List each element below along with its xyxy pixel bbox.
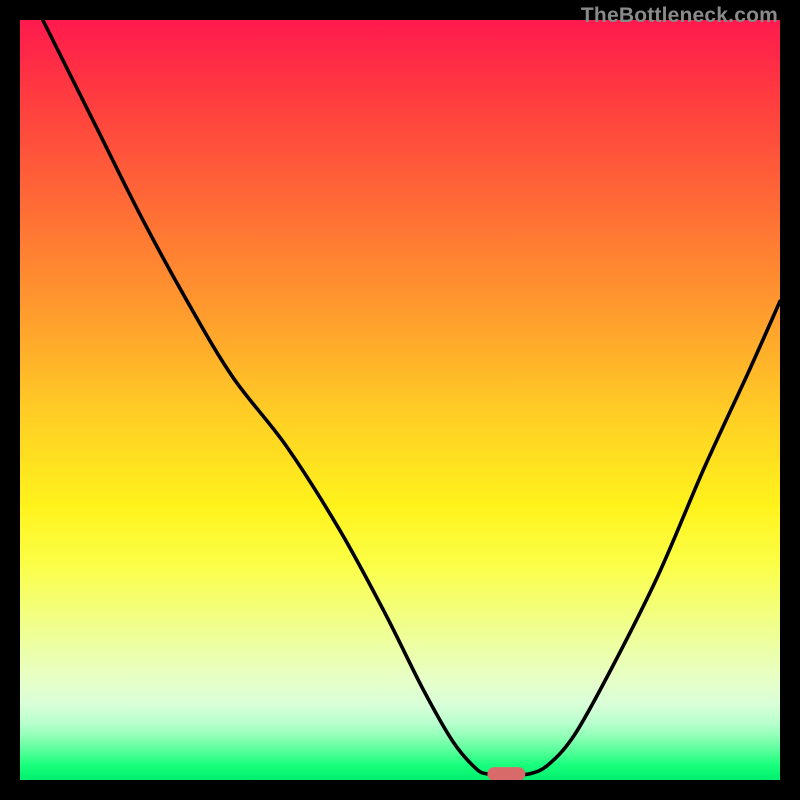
watermark-text: TheBottleneck.com xyxy=(581,4,778,28)
plot-area xyxy=(20,20,780,780)
optimal-marker xyxy=(487,767,525,780)
bottleneck-curve xyxy=(43,20,780,775)
chart-svg xyxy=(20,20,780,780)
chart-frame: TheBottleneck.com xyxy=(0,0,800,800)
